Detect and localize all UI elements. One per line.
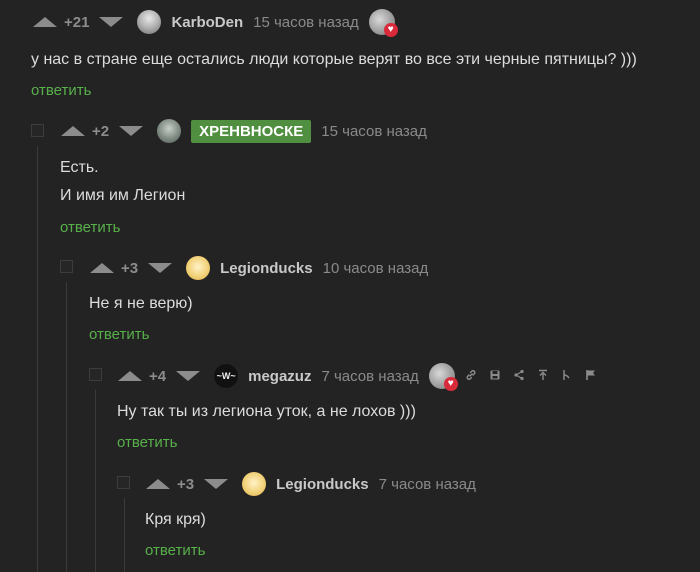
avatar[interactable] <box>186 256 211 280</box>
link-icon[interactable] <box>465 369 477 384</box>
comment-text: И имя им Легион <box>60 187 186 204</box>
go-to-parent-icon[interactable] <box>537 369 549 384</box>
reply-button[interactable]: ответить <box>145 542 205 559</box>
comment-rating: +4 <box>149 367 167 385</box>
upvote-button[interactable] <box>33 17 57 27</box>
heart-icon: ♥ <box>383 23 398 37</box>
reply-button[interactable]: ответить <box>89 326 149 343</box>
branch-icon[interactable] <box>561 369 573 384</box>
avatar[interactable]: ~W~ <box>214 364 239 388</box>
collapse-toggle[interactable] <box>31 124 44 137</box>
thread-line <box>95 390 96 572</box>
save-icon[interactable] <box>489 369 501 384</box>
thread-line <box>124 498 125 572</box>
heart-icon: ♥ <box>443 377 458 391</box>
collapse-toggle[interactable] <box>117 476 130 489</box>
reply-button[interactable]: ответить <box>31 82 91 99</box>
comment-text: у нас в стране еще остались люди которые… <box>31 51 637 68</box>
report-flag-icon[interactable] <box>585 369 597 384</box>
username-tag[interactable]: ХРЕНВНОСКЕ <box>191 119 312 143</box>
award-avatar[interactable]: ♥ <box>368 9 398 37</box>
comment-header: +3 Legionducks 10 часов назад <box>90 253 438 283</box>
award-avatar[interactable]: ♥ <box>428 363 458 391</box>
username[interactable]: Legionducks <box>220 260 313 277</box>
comment-text: Ну так ты из легиона уток, а не лохов ))… <box>117 403 416 420</box>
comment-time[interactable]: 15 часов назад <box>253 14 359 31</box>
downvote-button[interactable] <box>99 17 124 27</box>
downvote-button[interactable] <box>204 479 229 489</box>
avatar-logo-icon: ~W~ <box>216 371 236 381</box>
comment-time[interactable]: 7 часов назад <box>321 368 418 385</box>
avatar[interactable] <box>137 10 162 34</box>
comment-time[interactable]: 15 часов назад <box>321 123 427 140</box>
comment-text: Есть. <box>60 159 99 176</box>
comment-time[interactable]: 7 часов назад <box>379 476 476 493</box>
comment-text: Не я не верю) <box>89 295 193 312</box>
comment-header: +4 ~W~ megazuz 7 часов назад ♥ <box>118 361 609 391</box>
collapse-toggle[interactable] <box>60 260 73 273</box>
upvote-button[interactable] <box>90 263 114 273</box>
reply-button[interactable]: ответить <box>117 434 177 451</box>
avatar[interactable] <box>242 472 267 496</box>
downvote-button[interactable] <box>176 371 201 381</box>
share-icon[interactable] <box>513 369 525 384</box>
thread-line <box>66 282 67 572</box>
comment-header: +2 ХРЕНВНОСКЕ 15 часов назад <box>61 116 437 146</box>
downvote-button[interactable] <box>148 263 173 273</box>
username[interactable]: KarboDen <box>171 14 243 31</box>
comment-header: +3 Legionducks 7 часов назад <box>146 469 486 499</box>
avatar[interactable] <box>157 119 182 143</box>
comment-time[interactable]: 10 часов назад <box>323 260 429 277</box>
comment-tools <box>465 369 609 384</box>
downvote-button[interactable] <box>119 126 144 136</box>
upvote-button[interactable] <box>146 479 170 489</box>
username[interactable]: megazuz <box>248 368 311 385</box>
comment-header: +21 KarboDen 15 часов назад ♥ <box>33 7 398 37</box>
upvote-button[interactable] <box>61 126 85 136</box>
upvote-button[interactable] <box>118 371 142 381</box>
comment-rating: +3 <box>177 475 195 493</box>
username[interactable]: Legionducks <box>276 476 369 493</box>
comment-text: Кря кря) <box>145 511 206 528</box>
thread-line <box>37 146 38 572</box>
comment-rating: +2 <box>92 122 110 140</box>
comment-rating: +21 <box>64 13 90 31</box>
collapse-toggle[interactable] <box>89 368 102 381</box>
comment-rating: +3 <box>121 259 139 277</box>
reply-button[interactable]: ответить <box>60 219 120 236</box>
